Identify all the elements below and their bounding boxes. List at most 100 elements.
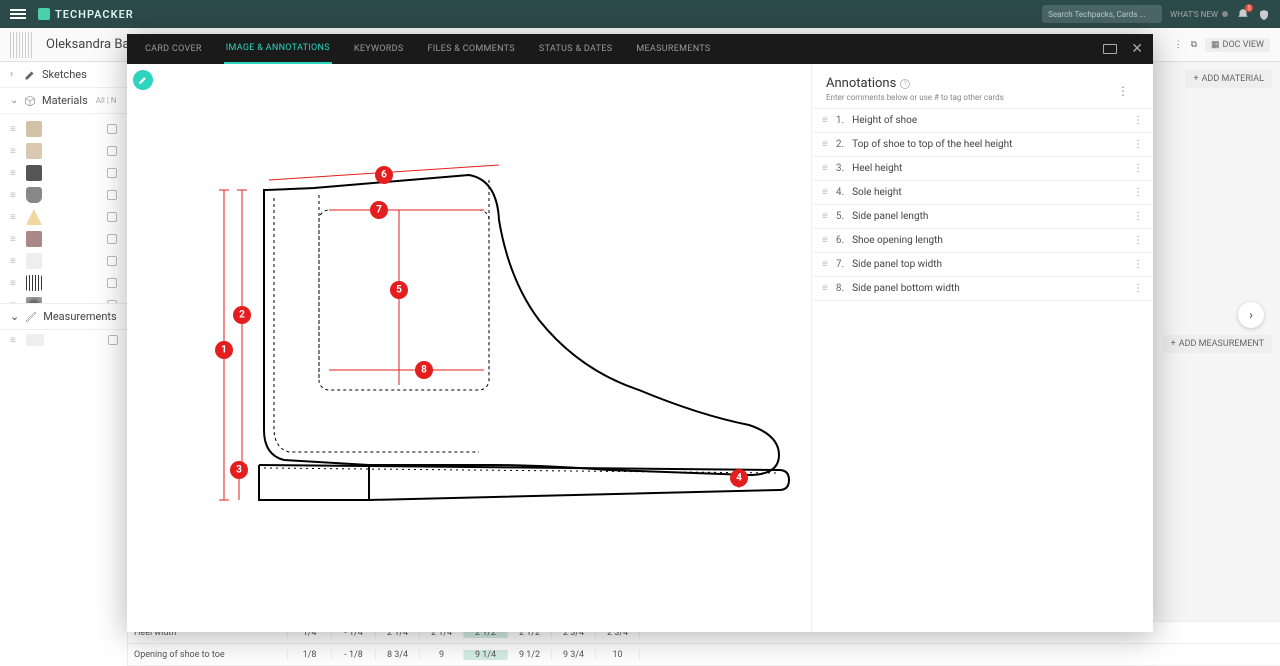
material-row[interactable]: ≡ bbox=[0, 272, 127, 294]
annotation-item[interactable]: ≡5.Side panel length⋮ bbox=[812, 204, 1153, 228]
checkbox[interactable] bbox=[107, 256, 117, 266]
swatch[interactable] bbox=[26, 253, 42, 269]
more-icon[interactable]: ⋮ bbox=[1133, 163, 1143, 174]
more-icon[interactable]: ⋮ bbox=[1133, 139, 1143, 150]
tab-card-cover[interactable]: CARD COVER bbox=[143, 35, 204, 63]
svg-text:6: 6 bbox=[381, 170, 387, 181]
drag-icon[interactable]: ≡ bbox=[10, 278, 16, 289]
checkbox[interactable] bbox=[107, 124, 117, 134]
swatch[interactable] bbox=[26, 209, 42, 225]
material-row[interactable]: ≡ bbox=[0, 118, 127, 140]
more-icon[interactable]: ⋮ bbox=[1133, 187, 1143, 198]
more-icon[interactable]: ⋮ bbox=[1133, 235, 1143, 246]
annotation-item[interactable]: ≡2.Top of shoe to top of the heel height… bbox=[812, 132, 1153, 156]
chevron-right-icon: › bbox=[10, 69, 18, 80]
drag-icon[interactable]: ≡ bbox=[10, 146, 16, 157]
drag-icon[interactable]: ≡ bbox=[822, 115, 828, 126]
swatch[interactable] bbox=[26, 121, 42, 137]
edit-annotation-button[interactable] bbox=[133, 70, 153, 90]
swatch[interactable] bbox=[26, 165, 42, 181]
swatch[interactable] bbox=[26, 275, 42, 291]
annotation-item[interactable]: ≡3.Heel height⋮ bbox=[812, 156, 1153, 180]
close-icon[interactable]: ✕ bbox=[1131, 41, 1143, 57]
annotation-item[interactable]: ≡7.Side panel top width⋮ bbox=[812, 252, 1153, 276]
drag-icon[interactable]: ≡ bbox=[822, 163, 828, 174]
tab-measurements[interactable]: MEASUREMENTS bbox=[634, 35, 712, 63]
checkbox[interactable] bbox=[107, 212, 117, 222]
drag-icon[interactable]: ≡ bbox=[10, 212, 16, 223]
copy-icon[interactable]: ⧉ bbox=[1191, 40, 1197, 50]
annotation-item[interactable]: ≡4.Sole height⋮ bbox=[812, 180, 1153, 204]
tab-keywords[interactable]: KEYWORDS bbox=[352, 35, 406, 63]
material-row[interactable]: ≡ bbox=[0, 140, 127, 162]
measurement-row[interactable]: ≡ bbox=[0, 330, 128, 350]
material-row[interactable]: ≡ bbox=[0, 206, 127, 228]
thumbnail[interactable] bbox=[26, 334, 44, 346]
tab-image-annotations[interactable]: IMAGE & ANNOTATIONS bbox=[224, 34, 332, 64]
drag-icon[interactable]: ≡ bbox=[822, 235, 828, 246]
checkbox[interactable] bbox=[107, 190, 117, 200]
drag-icon[interactable]: ≡ bbox=[822, 187, 828, 198]
section-sketches[interactable]: › Sketches bbox=[0, 62, 127, 88]
notification-icon[interactable]: 3 bbox=[1236, 7, 1250, 21]
drag-icon[interactable]: ≡ bbox=[10, 335, 16, 346]
section-measurements[interactable]: ⌄ Measurements bbox=[0, 303, 128, 330]
annotation-item[interactable]: ≡1.Height of shoe⋮ bbox=[812, 108, 1153, 132]
drag-icon[interactable]: ≡ bbox=[10, 256, 16, 267]
drag-icon[interactable]: ≡ bbox=[10, 168, 16, 179]
drag-icon[interactable]: ≡ bbox=[822, 283, 828, 294]
next-arrow-button[interactable]: › bbox=[1238, 302, 1264, 328]
swatch[interactable] bbox=[26, 231, 42, 247]
annotation-item[interactable]: ≡ 6. Shoe opening length ⋮ bbox=[812, 228, 1153, 252]
more-icon[interactable]: ⋮ bbox=[1174, 40, 1183, 50]
drag-icon[interactable]: ≡ bbox=[822, 259, 828, 270]
help-icon[interactable]: ? bbox=[900, 79, 910, 89]
modal-backdrop: CARD COVER IMAGE & ANNOTATIONS KEYWORDS … bbox=[0, 28, 1280, 666]
more-icon[interactable]: ⋮ bbox=[1133, 211, 1143, 222]
section-materials[interactable]: ⌄ MaterialsAll | N bbox=[0, 88, 127, 114]
checkbox[interactable] bbox=[107, 146, 117, 156]
drag-icon[interactable]: ≡ bbox=[10, 234, 16, 245]
checkbox[interactable] bbox=[107, 234, 117, 244]
material-row[interactable]: ≡ bbox=[0, 162, 127, 184]
checkbox[interactable] bbox=[108, 335, 118, 345]
checkbox[interactable] bbox=[107, 278, 117, 288]
document-icon[interactable] bbox=[10, 32, 32, 58]
more-icon[interactable]: ⋮ bbox=[1133, 283, 1143, 294]
annotations-more-icon[interactable]: ⋮ bbox=[1117, 84, 1129, 98]
annotation-text: Side panel top width bbox=[852, 259, 942, 270]
doc-view-button[interactable]: ▦ DOC VIEW bbox=[1205, 38, 1270, 52]
material-row[interactable]: ≡ bbox=[0, 184, 127, 206]
search-input[interactable]: Search Techpacks, Cards ... bbox=[1042, 5, 1162, 23]
annotation-canvas[interactable]: 1 2 3 4 5 6 7 8 bbox=[133, 70, 805, 610]
checkbox[interactable] bbox=[107, 168, 117, 178]
swatch[interactable] bbox=[26, 143, 42, 159]
logo[interactable]: TECHPACKER bbox=[38, 8, 134, 21]
menu-icon[interactable] bbox=[10, 7, 26, 21]
card-modal: CARD COVER IMAGE & ANNOTATIONS KEYWORDS … bbox=[127, 34, 1153, 632]
annotation-text: Shoe opening length bbox=[852, 235, 943, 246]
add-material-button[interactable]: + ADD MATERIAL bbox=[1185, 70, 1272, 88]
annotation-text: Sole height bbox=[852, 187, 902, 198]
drag-icon[interactable]: ≡ bbox=[10, 124, 16, 135]
annotation-item[interactable]: ≡8.Side panel bottom width⋮ bbox=[812, 276, 1153, 301]
drag-icon[interactable]: ≡ bbox=[10, 190, 16, 201]
shield-icon[interactable] bbox=[1258, 7, 1270, 21]
add-measurement-button[interactable]: + ADD MEASUREMENT bbox=[1163, 335, 1272, 353]
annotation-text: Side panel bottom width bbox=[852, 283, 960, 294]
fullscreen-icon[interactable] bbox=[1103, 44, 1117, 54]
material-row[interactable]: ≡ bbox=[0, 228, 127, 250]
more-icon[interactable]: ⋮ bbox=[1133, 259, 1143, 270]
annotation-number: 6. bbox=[836, 235, 844, 246]
more-icon[interactable]: ⋮ bbox=[1133, 115, 1143, 126]
canvas-wrap: 1 2 3 4 5 6 7 8 bbox=[127, 64, 811, 632]
whatsnew-button[interactable]: WHAT'S NEW bbox=[1170, 10, 1228, 19]
drag-icon[interactable]: ≡ bbox=[822, 139, 828, 150]
tab-files-comments[interactable]: FILES & COMMENTS bbox=[426, 35, 517, 63]
tab-status-dates[interactable]: STATUS & DATES bbox=[537, 35, 614, 63]
swatch[interactable] bbox=[26, 187, 42, 203]
material-row[interactable]: ≡ bbox=[0, 250, 127, 272]
ruler-icon bbox=[25, 311, 37, 323]
drag-icon[interactable]: ≡ bbox=[822, 211, 828, 222]
annotation-text: Side panel length bbox=[852, 211, 928, 222]
